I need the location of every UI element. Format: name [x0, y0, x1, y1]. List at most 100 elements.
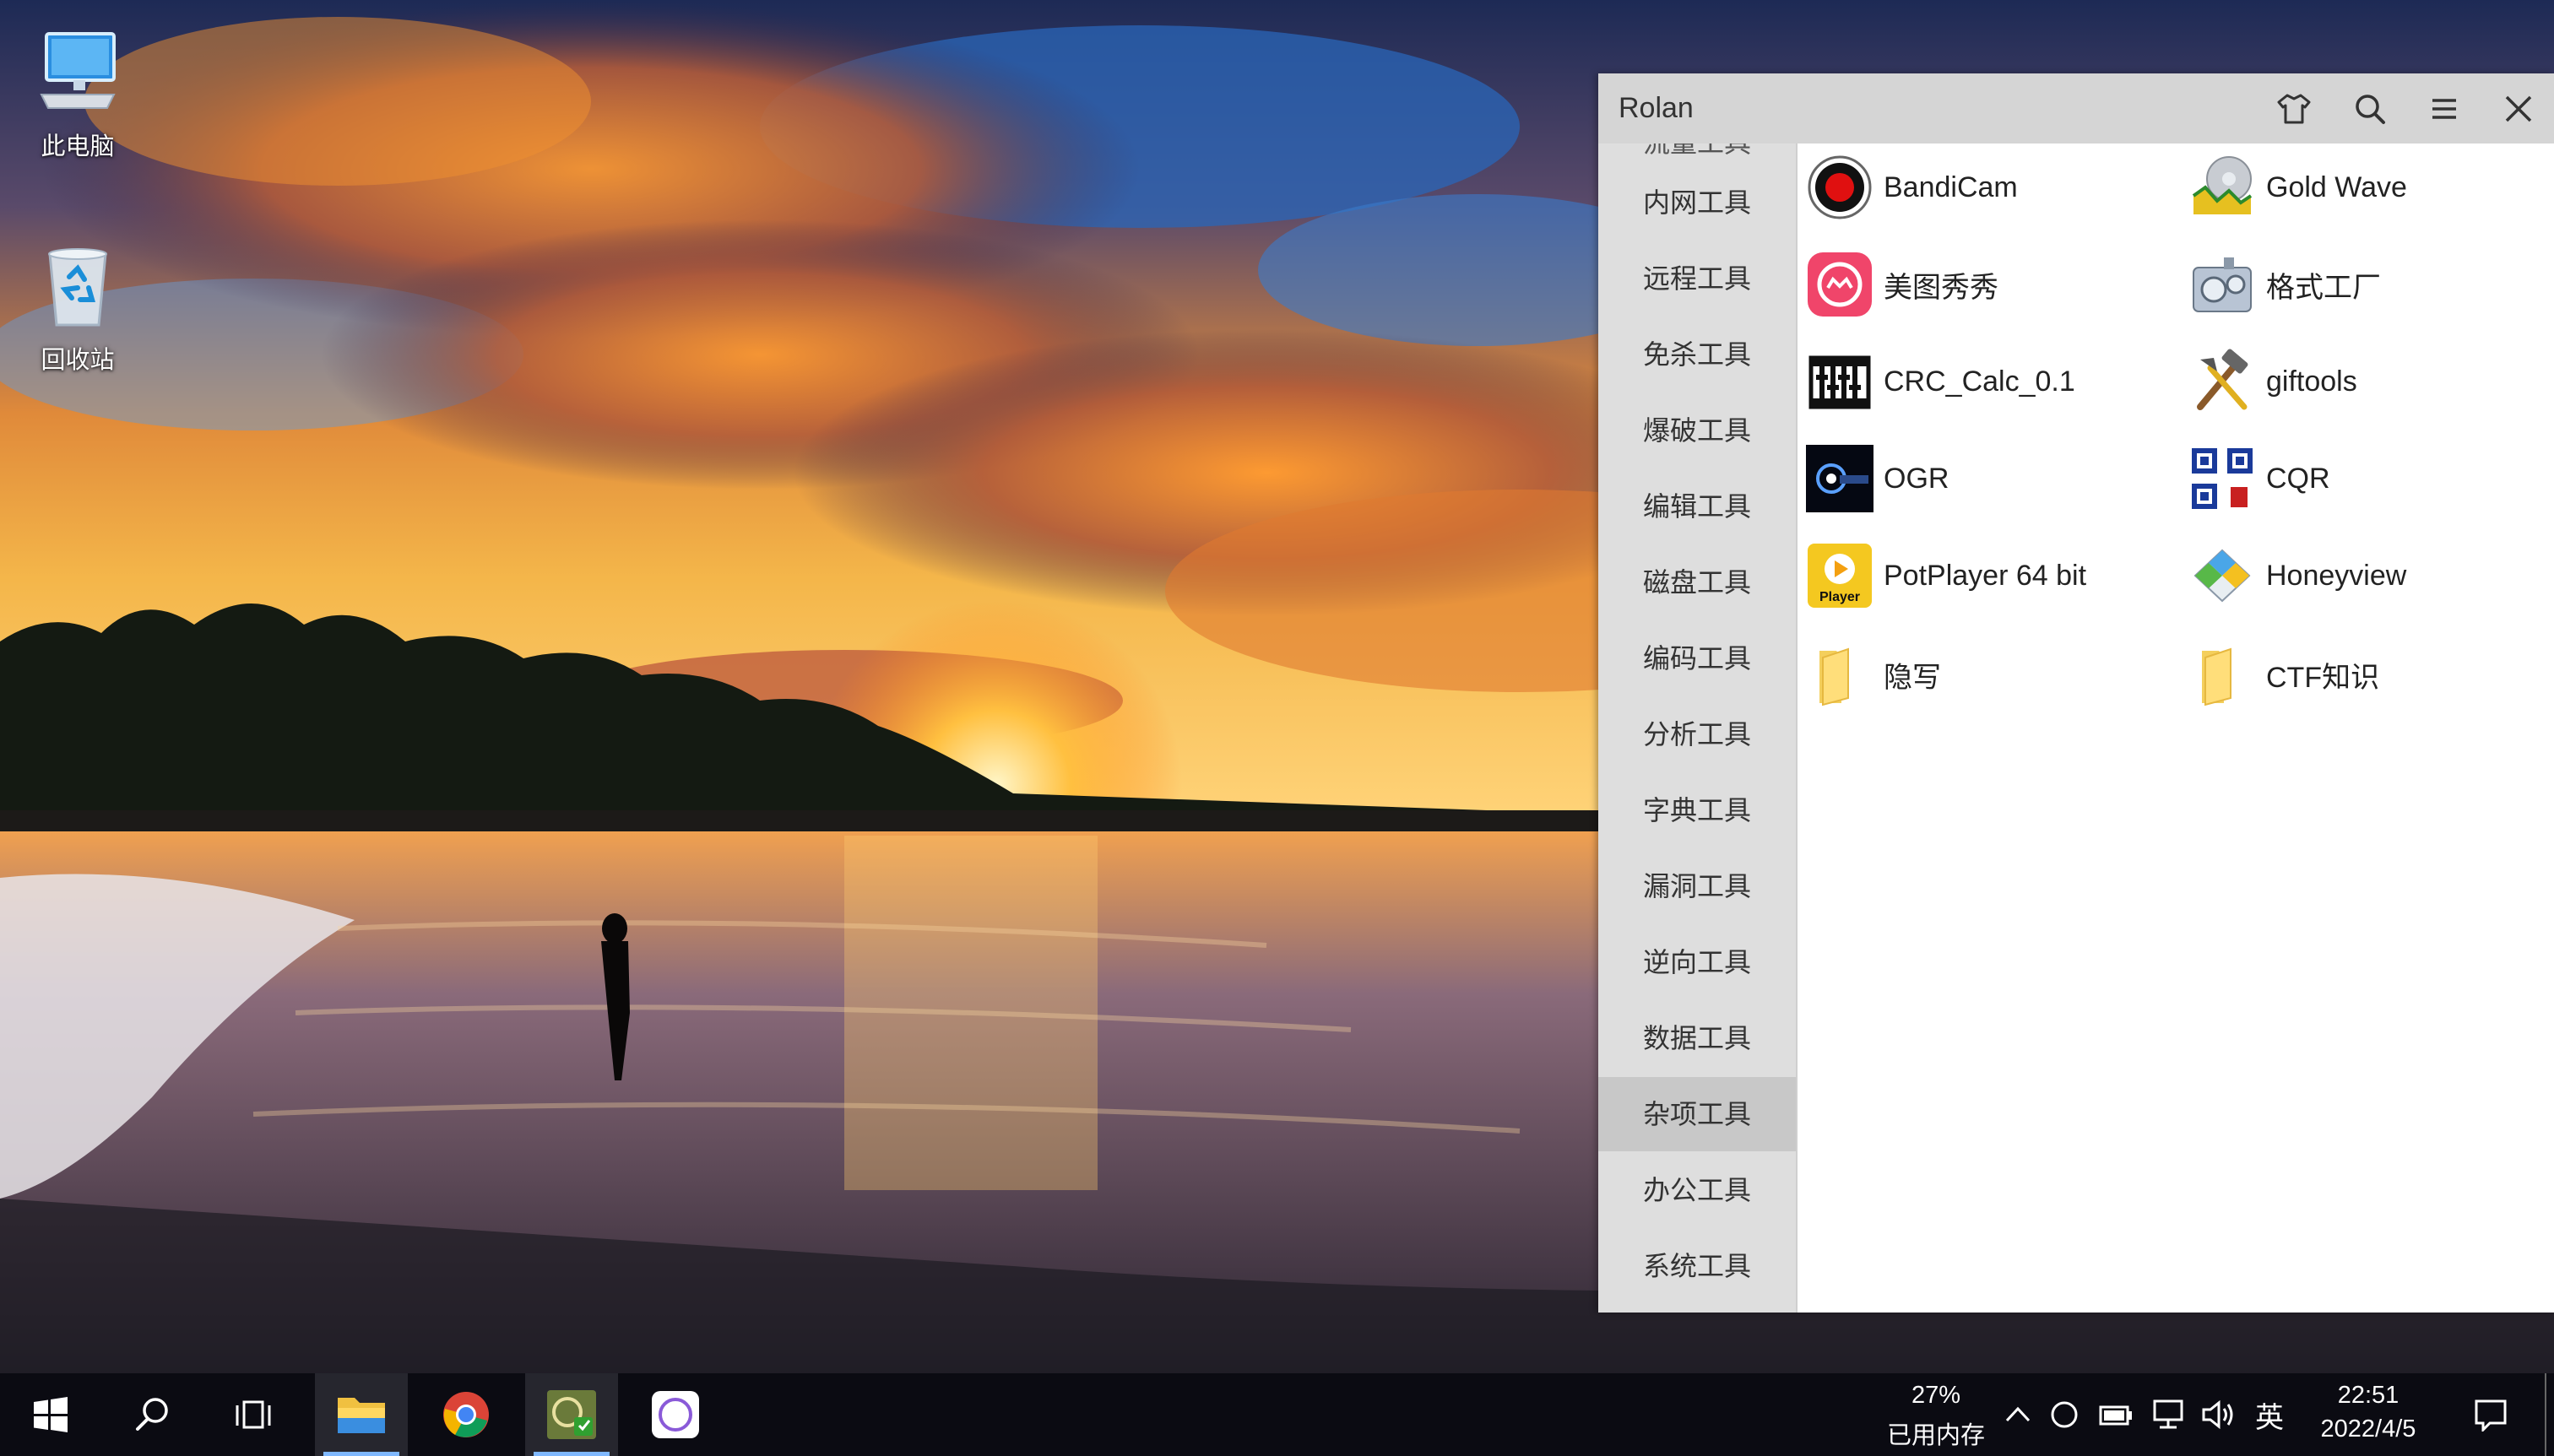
- search-icon: [2356, 95, 2385, 124]
- sidebar-item-system[interactable]: 系统工具: [1598, 1229, 1796, 1303]
- bandicam-icon: [1808, 155, 1872, 219]
- potplayer-icon-text: Player: [1819, 590, 1860, 604]
- network-button[interactable]: [2145, 1373, 2192, 1456]
- title-bar[interactable]: Rolan: [1598, 73, 2554, 143]
- input-method-indicator[interactable]: 英: [2246, 1373, 2293, 1456]
- taskbar-rolan[interactable]: [525, 1373, 618, 1456]
- sidebar-item-intranet[interactable]: 内网工具: [1598, 165, 1796, 240]
- app-meitu[interactable]: 美图秀秀: [1806, 249, 1998, 320]
- goldwave-icon: [2192, 156, 2253, 214]
- sidebar-item-vulnerability[interactable]: 漏洞工具: [1598, 849, 1796, 923]
- sidebar-item-remote[interactable]: 远程工具: [1598, 241, 1796, 316]
- app-ogr[interactable]: OGR: [1806, 443, 1949, 514]
- app-bandicam[interactable]: BandiCam: [1806, 152, 2018, 223]
- app-crc-calc[interactable]: CRC_Calc_0.1: [1806, 346, 2075, 417]
- app-name: Gold Wave: [2266, 170, 2407, 203]
- app-potplayer[interactable]: Player PotPlayer 64 bit: [1806, 540, 2086, 611]
- meitu-icon: [1808, 252, 1872, 317]
- start-button[interactable]: [0, 1373, 101, 1456]
- sidebar-item-dictionary[interactable]: 字典工具: [1598, 773, 1796, 847]
- taskbar-circle-app[interactable]: [629, 1373, 722, 1456]
- app-giftools[interactable]: giftools: [2188, 346, 2357, 417]
- app-name: giftools: [2266, 365, 2357, 398]
- app-name: BandiCam: [1884, 170, 2018, 203]
- app-name: PotPlayer 64 bit: [1884, 559, 2087, 592]
- circle-icon: [2051, 1401, 2078, 1428]
- honeyview-icon: [2193, 549, 2251, 603]
- volume-button[interactable]: [2195, 1373, 2242, 1456]
- close-button[interactable]: [2492, 84, 2545, 134]
- computer-icon: [31, 25, 124, 118]
- giftools-icon: [2197, 349, 2248, 410]
- sidebar-item-editor[interactable]: 编辑工具: [1598, 469, 1796, 544]
- action-center-button[interactable]: [2457, 1373, 2524, 1456]
- sidebar-item-reverse[interactable]: 逆向工具: [1598, 925, 1796, 999]
- app-gold-wave[interactable]: Gold Wave: [2188, 152, 2407, 223]
- search-button[interactable]: [2344, 84, 2396, 134]
- category-sidebar[interactable]: 流量工具 内网工具 远程工具 免杀工具 爆破工具 编辑工具 磁盘工具 编码工具 …: [1598, 143, 1798, 1313]
- chevron-up-icon: [2005, 1406, 2031, 1422]
- app-name: CRC_Calc_0.1: [1884, 365, 2075, 398]
- sidebar-item-encoding[interactable]: 编码工具: [1598, 621, 1796, 696]
- desktop-icon-label: 回收站: [41, 347, 115, 374]
- potplayer-icon: Player: [1808, 544, 1872, 608]
- start-icon: [34, 1397, 68, 1432]
- clock-date[interactable]: 2022/4/5: [2296, 1415, 2440, 1443]
- task-view-button[interactable]: [203, 1373, 304, 1456]
- sidebar-item-antivirus-evasion[interactable]: 免杀工具: [1598, 317, 1796, 392]
- desktop-icon-recycle-bin[interactable]: 回收站: [14, 239, 141, 376]
- menu-icon: [2432, 99, 2456, 119]
- app-name: 隐写: [1884, 661, 1941, 694]
- app-grid: BandiCam Gold Wave 美图秀秀 格式工厂 CRC_Calc_0.…: [1798, 143, 2554, 1313]
- folder-icon: [1819, 647, 1849, 706]
- task-view-icon: [236, 1400, 271, 1429]
- memory-label[interactable]: 已用内存: [1873, 1415, 1999, 1451]
- skin-button[interactable]: [2268, 84, 2320, 134]
- cqr-icon: [2188, 445, 2256, 512]
- taskbar-chrome[interactable]: [420, 1373, 512, 1456]
- battery-icon: [2099, 1405, 2132, 1426]
- circle-app-icon: [652, 1391, 699, 1438]
- recycle-bin-icon: [31, 239, 124, 332]
- close-icon: [2505, 95, 2532, 122]
- menu-button[interactable]: [2418, 84, 2470, 134]
- ogr-icon: [1806, 445, 1873, 512]
- folder-ctf-knowledge[interactable]: CTF知识: [2188, 639, 2379, 710]
- skin-icon: [2277, 94, 2311, 124]
- app-name: CTF知识: [2266, 661, 2380, 694]
- chrome-icon: [443, 1392, 489, 1437]
- app-format-factory[interactable]: 格式工厂: [2188, 249, 2381, 320]
- sidebar-item-data[interactable]: 数据工具: [1598, 1001, 1796, 1075]
- app-name: 格式工厂: [2266, 271, 2381, 304]
- sidebar-item-disk[interactable]: 磁盘工具: [1598, 545, 1796, 620]
- clock-time[interactable]: 22:51: [2296, 1382, 2440, 1410]
- memory-percent[interactable]: 27%: [1873, 1382, 1999, 1410]
- folder-icon: [2202, 647, 2231, 706]
- search-icon: [136, 1398, 168, 1431]
- notification-icon: [2475, 1399, 2507, 1432]
- network-icon: [2153, 1399, 2183, 1429]
- show-hidden-icons-button[interactable]: [1997, 1373, 2039, 1456]
- search-button[interactable]: [101, 1373, 203, 1456]
- taskbar-file-explorer[interactable]: [315, 1373, 408, 1456]
- window-title: Rolan: [1619, 92, 1694, 124]
- cortana-tray-button[interactable]: [2043, 1373, 2085, 1456]
- app-name: OGR: [1884, 462, 1949, 495]
- sidebar-item-analysis[interactable]: 分析工具: [1598, 697, 1796, 771]
- desktop-icon-this-pc[interactable]: 此电脑: [14, 25, 141, 162]
- folder-steganography[interactable]: 隐写: [1806, 639, 1941, 710]
- show-desktop-button[interactable]: [2545, 1373, 2546, 1456]
- rolan-window: Rolan 流量工具 内网: [1598, 73, 2554, 1313]
- app-name: Honeyview: [2266, 559, 2407, 592]
- volume-icon: [2202, 1399, 2233, 1430]
- battery-button[interactable]: [2092, 1373, 2139, 1456]
- sidebar-item-misc[interactable]: 杂项工具: [1598, 1077, 1796, 1151]
- app-honeyview[interactable]: Honeyview: [2188, 540, 2406, 611]
- file-explorer-icon: [338, 1398, 385, 1433]
- app-cqr[interactable]: CQR: [2188, 443, 2330, 514]
- desktop-icon-label: 此电脑: [41, 133, 115, 160]
- sidebar-item-bruteforce[interactable]: 爆破工具: [1598, 393, 1796, 468]
- sidebar-item-office[interactable]: 办公工具: [1598, 1153, 1796, 1227]
- taskbar: 27% 已用内存 英 22:51 2022/4/5: [0, 1373, 2554, 1456]
- format-factory-icon: [2193, 257, 2252, 312]
